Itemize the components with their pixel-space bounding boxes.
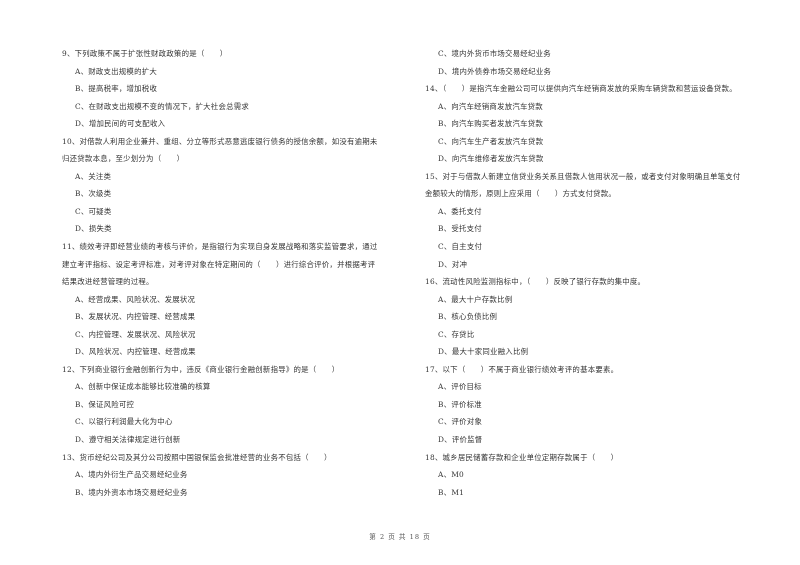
answer-option: A、M0 [438, 470, 464, 480]
question-text: 16、流动性风险监测指标中，（ ）反映了银行存款的集中度。 [425, 277, 646, 287]
answer-option: A、向汽车经销商发放汽车贷款 [438, 101, 543, 111]
answer-option: C、以银行利润最大化为中心 [75, 417, 173, 427]
answer-option: D、最大十家同业融入比例 [438, 347, 529, 357]
answer-option: A、关注类 [75, 171, 112, 181]
answer-option: B、保证风险可控 [75, 399, 135, 409]
page-footer: 第 2 页 共 18 页 [369, 533, 431, 541]
answer-option: D、对冲 [438, 259, 468, 269]
answer-option: D、境内外债券市场交易经纪业务 [438, 66, 552, 76]
answer-option: A、委托支付 [438, 206, 482, 216]
answer-option: A、经营成果、风险状况、发展状况 [75, 294, 196, 304]
answer-option: B、评价标准 [438, 399, 482, 409]
answer-option: D、向汽车维修者发放汽车贷款 [438, 154, 544, 164]
answer-option: B、受托支付 [438, 224, 482, 234]
answer-option: C、向汽车生产者发放汽车贷款 [438, 136, 544, 146]
question-text: 14、（ ）是指汽车金融公司可以提供向汽车经销商发放的采购车辆贷款和营运设备贷款… [425, 84, 737, 94]
question-text: 金额较大的情形，原则上应采用（ ）方式支付贷款。 [425, 189, 617, 199]
question-text: 10、对借款人利用企业兼并、重组、分立等形式恶意逃废银行债务的授信余额，如没有逾… [62, 136, 378, 146]
answer-option: C、境内外货币市场交易经纪业务 [438, 49, 551, 58]
question-text: 18、城乡居民储蓄存款和企业单位定期存款属于（ ） [425, 452, 619, 462]
answer-option: C、可疑类 [75, 206, 112, 216]
answer-option: D、损失类 [75, 224, 112, 234]
question-text: 13、货币经纪公司及其分公司按照中国银保监会批准经营的业务不包括（ ） [62, 452, 332, 462]
answer-option: B、境内外资本市场交易经纪业务 [75, 487, 188, 497]
answer-option: B、发展状况、内控管理、经营成果 [75, 312, 196, 322]
answer-option: D、遵守相关法律规定进行创新 [75, 435, 181, 445]
question-text: 建立考评指标、设定考评标准，对考评对象在特定期间的（ ）进行综合评价，并根据考评 [62, 259, 376, 269]
answer-option: D、评价监督 [438, 435, 483, 445]
question-text: 17、以下（ ）不属于商业银行绩效考评的基本要素。 [425, 364, 619, 374]
answer-option: B、核心负债比例 [438, 312, 498, 322]
left-column: 9、下列政策不属于扩张性财政政策的是（ ） A、财政支出规模的扩大 B、提高税率，增… [62, 45, 407, 501]
right-column: C、境内外货币市场交易经纪业务 D、境内外债券市场交易经纪业务 14、（ ）是指汽车… [425, 45, 785, 501]
answer-option: A、评价目标 [438, 382, 482, 392]
question-text: 11、绩效考评即经营业绩的考核与评价，是指银行为实现自身发展战略和落实监管要求，… [62, 242, 378, 252]
answer-option: A、财政支出规模的扩大 [75, 66, 157, 76]
answer-option: C、评价对象 [438, 417, 483, 427]
answer-option: A、最大十户存款比例 [438, 294, 513, 304]
answer-option: C、在财政支出规模不变的情况下，扩大社会总需求 [75, 101, 250, 111]
answer-option: D、风险状况、内控管理、经营成果 [75, 347, 196, 357]
answer-option: B、提高税率，增加税收 [75, 84, 158, 94]
question-text: 归还贷款本息，至少划分为（ ） [62, 154, 185, 164]
question-text: 12、下列商业银行金融创新行为中，违反《商业银行金融创新指导》的是（ ） [62, 364, 340, 374]
question-text: 9、下列政策不属于扩张性财政政策的是（ ） [62, 49, 228, 58]
question-text: 15、对于与借款人新建立信贷业务关系且借款人信用状况一般，或者支付对象明确且单笔… [425, 171, 741, 181]
answer-option: C、内控管理、发展状况、风险状况 [75, 329, 196, 339]
answer-option: B、次级类 [75, 189, 112, 199]
answer-option: C、存贷比 [438, 329, 475, 339]
answer-option: A、境内外衍生产品交易经纪业务 [75, 470, 188, 480]
question-text: 结果改进经营管理的过程。 [62, 277, 154, 287]
answer-option: D、增加民间的可支配收入 [75, 119, 166, 129]
answer-option: A、创新中保证成本能够比较准确的核算 [75, 382, 211, 392]
answer-option: B、向汽车购买者发放汽车贷款 [438, 119, 544, 129]
answer-option: C、自主支付 [438, 242, 483, 252]
answer-option: B、M1 [438, 487, 465, 497]
